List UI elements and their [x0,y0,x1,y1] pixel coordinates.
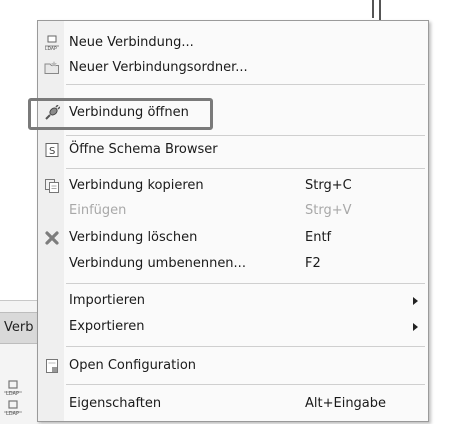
svg-text:LDAP: LDAP [45,46,57,51]
background-divider [379,0,381,20]
new-connection-icon: LDAP [45,35,59,51]
background-tab-label: Verb [4,320,34,335]
delete-icon [45,231,59,245]
menu-separator [66,168,425,169]
menu-separator [66,384,425,385]
connection-tree-icon: LDAP [4,380,22,396]
menu-item-new-connection[interactable]: LDAP Neue Verbindung... [38,31,428,55]
background-divider [372,0,374,18]
menu-item-label: Verbindung kopieren [69,178,204,193]
menu-item-schema-browser[interactable]: S Öffne Schema Browser [38,138,428,162]
connection-tree-icon: LDAP [4,400,22,416]
background-tab[interactable]: Verb [0,312,40,344]
menu-item-properties[interactable]: Eigenschaften Alt+Eingabe [38,392,428,416]
menu-item-delete[interactable]: Verbindung löschen Entf [38,226,428,250]
menu-separator [66,84,425,85]
menu-item-open-configuration[interactable]: Open Configuration [38,354,428,378]
menu-item-label: Importieren [69,293,146,308]
new-folder-icon [44,61,59,74]
menu-item-shortcut: Strg+V [305,203,352,218]
svg-text:LDAP: LDAP [6,391,19,396]
menu-item-label: Verbindung umbenennen... [69,256,246,271]
menu-item-copy[interactable]: Verbindung kopieren Strg+C [38,174,428,198]
menu-item-label: Öffne Schema Browser [69,142,218,157]
menu-item-shortcut: Alt+Eingabe [305,396,387,411]
menu-item-import[interactable]: Importieren [38,289,428,313]
menu-item-rename[interactable]: Verbindung umbenennen... F2 [38,252,428,276]
menu-item-label: Neue Verbindung... [69,35,194,50]
submenu-arrow-icon [413,323,418,331]
menu-item-label: Eigenschaften [69,396,162,411]
menu-item-label: Open Configuration [69,358,197,373]
svg-text:LDAP: LDAP [6,411,19,416]
menu-item-export[interactable]: Exportieren [38,315,428,339]
tree-row[interactable]: LDAP [4,379,38,397]
menu-item-shortcut: F2 [305,256,321,271]
tree-row[interactable]: LDAP [4,399,38,417]
menu-item-paste: Einfügen Strg+V [38,199,428,223]
svg-text:S: S [49,146,55,157]
schema-browser-icon: S [45,143,59,157]
menu-separator [66,346,425,347]
menu-item-shortcut: Entf [305,230,332,245]
copy-icon [45,179,59,193]
menu-separator [66,135,425,136]
menu-item-new-folder[interactable]: Neuer Verbindungsordner... [38,56,428,80]
menu-item-label: Verbindung löschen [69,230,198,245]
context-menu: LDAP Neue Verbindung... Neuer Verbindung… [28,20,429,422]
menu-separator [66,283,425,284]
configuration-icon [46,359,58,373]
submenu-arrow-icon [413,297,418,305]
menu-item-shortcut: Strg+C [305,178,352,193]
focus-highlight-box [28,98,213,130]
menu-item-label: Einfügen [69,203,127,218]
menu-item-label: Exportieren [69,319,145,334]
menu-item-label: Neuer Verbindungsordner... [69,60,248,75]
